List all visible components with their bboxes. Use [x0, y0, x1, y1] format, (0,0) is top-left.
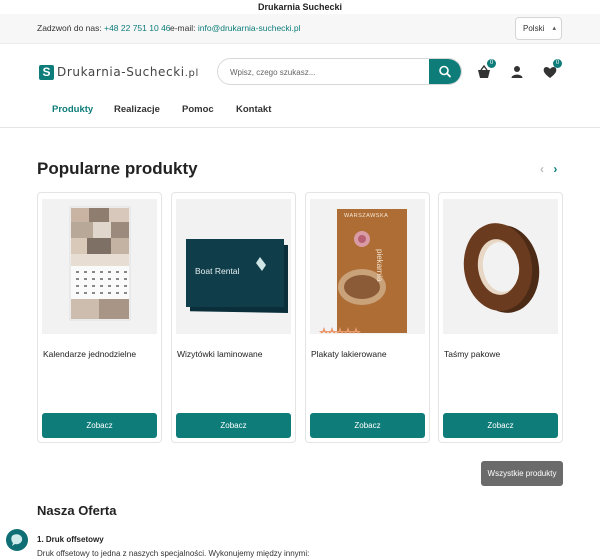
chat-widget-button[interactable]	[6, 529, 28, 551]
nav-item-kontakt[interactable]: Kontakt	[236, 104, 271, 115]
product-image-calendar[interactable]	[42, 199, 157, 334]
product-view-button[interactable]: Zobacz	[310, 413, 425, 438]
language-value: Polski	[523, 24, 545, 33]
phone-number-link[interactable]: +48 22 751 10 46	[104, 23, 170, 33]
poster-side-text: piekarnia	[375, 249, 384, 282]
language-select[interactable]: Polski ▴▾	[515, 17, 562, 53]
search-icon	[439, 65, 451, 78]
logo-text: Drukarnia-Suchecki.pl	[57, 65, 199, 79]
product-image-tape[interactable]	[443, 199, 558, 334]
logo-name: Drukarnia-Suchecki	[57, 65, 185, 79]
logo-mark: S	[39, 64, 54, 80]
product-card: Kalendarze jednodzielne Zobacz	[37, 192, 162, 443]
product-name[interactable]: Kalendarze jednodzielne	[43, 349, 136, 359]
product-view-button[interactable]: Zobacz	[42, 413, 157, 438]
phone-label: Zadzwoń do nas:	[37, 23, 102, 33]
chat-icon	[11, 534, 23, 546]
product-card: Boat Rental Wizytówki laminowane Zobacz	[171, 192, 296, 443]
cart-count-badge: 0	[487, 59, 496, 68]
carousel-next-button[interactable]: ›	[553, 162, 557, 176]
email-contact: e-mail: info@drukarnia-suchecki.pl	[170, 23, 301, 33]
product-card: WARSZAWSKA piekarnia Plakaty lakierowane…	[305, 192, 430, 443]
user-icon	[511, 66, 523, 78]
window-title: Drukarnia Suchecki	[0, 0, 600, 14]
top-bar: Zadzwoń do nas: +48 22 751 10 46 e-mail:…	[0, 14, 600, 53]
search-bar	[217, 58, 462, 85]
popular-products-title: Popularne produkty	[37, 159, 198, 178]
poster-heading-text: WARSZAWSKA	[344, 213, 389, 219]
business-card-text: Boat Rental	[195, 266, 240, 276]
all-products-button[interactable]: Wszystkie produkty	[481, 461, 563, 486]
phone-contact: Zadzwoń do nas: +48 22 751 10 46	[37, 23, 171, 33]
product-card: Taśmy pakowe Zobacz	[438, 192, 563, 443]
nav-item-realizacje[interactable]: Realizacje	[114, 104, 160, 115]
logo-tld: .pl	[184, 68, 199, 79]
header: S Drukarnia-Suchecki.pl 0 0	[0, 44, 600, 100]
search-button[interactable]	[429, 59, 461, 84]
main-nav: Produkty Realizacje Pomoc Kontakt	[0, 100, 600, 128]
calendar-image	[42, 199, 157, 334]
wishlist-button[interactable]: 0	[541, 59, 562, 81]
email-label: e-mail:	[170, 23, 196, 33]
nav-item-pomoc[interactable]: Pomoc	[182, 104, 214, 115]
email-link[interactable]: info@drukarnia-suchecki.pl	[198, 23, 301, 33]
nav-item-produkty[interactable]: Produkty	[52, 104, 93, 115]
site-logo[interactable]: S Drukarnia-Suchecki.pl	[39, 64, 199, 80]
offer-item-title: 1. Druk offsetowy	[37, 535, 104, 544]
product-image-poster[interactable]: WARSZAWSKA piekarnia	[310, 199, 425, 334]
product-view-button[interactable]: Zobacz	[443, 413, 558, 438]
offer-title: Nasza Oferta	[37, 503, 117, 518]
poster-image	[310, 199, 425, 334]
tape-roll-image	[443, 199, 558, 334]
search-input[interactable]	[230, 64, 425, 80]
cart-button[interactable]: 0	[475, 59, 496, 81]
product-name[interactable]: Wizytówki laminowane	[177, 349, 263, 359]
product-name[interactable]: Plakaty lakierowane	[311, 349, 387, 359]
product-image-business-cards[interactable]: Boat Rental	[176, 199, 291, 334]
carousel-controls: ‹ ›	[540, 162, 557, 176]
carousel-prev-button[interactable]: ‹	[540, 162, 544, 176]
product-view-button[interactable]: Zobacz	[176, 413, 291, 438]
wishlist-count-badge: 0	[553, 59, 562, 68]
offer-item-text: Druk offsetowy to jedna z naszych specja…	[37, 549, 310, 558]
account-button[interactable]	[508, 63, 526, 81]
product-name[interactable]: Taśmy pakowe	[444, 349, 500, 359]
